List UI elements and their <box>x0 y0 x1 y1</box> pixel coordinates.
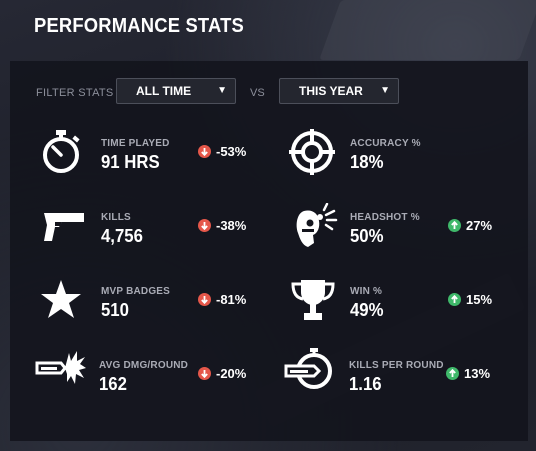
stat-label-time-played: TIME PLAYED <box>101 138 170 149</box>
change-time-played: -53% <box>198 144 246 159</box>
arrow-up-icon <box>446 367 459 380</box>
stat-value-time-played: 91 HRS <box>101 152 160 172</box>
change-win: 15% <box>448 292 492 307</box>
stat-value-accuracy: 18% <box>350 152 384 172</box>
stats-panel: FILTER STATS ALL TIME ▼ VS THIS YEAR ▼ T… <box>10 61 528 441</box>
change-value: 15% <box>466 292 493 307</box>
change-headshot: 27% <box>448 218 492 233</box>
stat-label-headshot: HEADSHOT % <box>350 212 420 223</box>
headshot-icon <box>296 203 338 247</box>
caret-down-icon: ▼ <box>380 85 390 96</box>
arrow-down-icon <box>198 145 211 158</box>
star-icon <box>41 280 81 318</box>
change-value: -81% <box>216 292 247 307</box>
time-range-select[interactable]: ALL TIME ▼ <box>116 78 236 104</box>
change-kills: -38% <box>198 218 246 233</box>
arrow-down-icon <box>198 293 211 306</box>
stat-value-kills: 4,756 <box>101 226 143 246</box>
caret-down-icon: ▼ <box>217 85 227 96</box>
change-value: -38% <box>216 218 247 233</box>
change-avg-dmg: -20% <box>198 366 246 381</box>
stat-value-mvp-badges: 510 <box>101 300 129 320</box>
bullet-impact-icon <box>35 351 86 384</box>
change-value: -53% <box>216 144 247 159</box>
stat-value-kills-per-round: 1.16 <box>349 374 382 394</box>
arrow-down-icon <box>198 219 211 232</box>
arrow-up-icon <box>448 219 461 232</box>
filter-label: FILTER STATS <box>36 87 114 99</box>
stat-label-kills-per-round: KILLS PER ROUND <box>349 360 444 371</box>
arrow-up-icon <box>448 293 461 306</box>
change-value: 13% <box>464 366 491 381</box>
background-decoration <box>319 0 536 60</box>
bullet-timer-icon <box>284 348 332 389</box>
stat-label-avg-dmg: AVG DMG/ROUND <box>99 360 189 371</box>
arrow-down-icon <box>198 367 211 380</box>
time-range-value: ALL TIME <box>136 84 192 98</box>
change-value: 27% <box>466 218 493 233</box>
stat-value-headshot: 50% <box>350 226 384 246</box>
stat-label-mvp-badges: MVP BADGES <box>101 286 171 297</box>
stat-label-kills: KILLS <box>101 212 131 223</box>
stat-label-win: WIN % <box>350 286 383 297</box>
stopwatch-icon <box>43 130 80 173</box>
change-mvp-badges: -81% <box>198 292 246 307</box>
stat-value-avg-dmg: 162 <box>99 374 127 394</box>
compare-range-value: THIS YEAR <box>299 84 363 98</box>
change-value: -20% <box>216 366 247 381</box>
stat-value-win: 49% <box>350 300 384 320</box>
stat-label-accuracy: ACCURACY % <box>350 138 421 149</box>
vs-label: VS <box>250 87 265 99</box>
compare-range-select[interactable]: THIS YEAR ▼ <box>279 78 399 104</box>
change-kills-per-round: 13% <box>446 366 490 381</box>
crosshair-icon <box>289 129 335 175</box>
trophy-icon <box>291 280 335 320</box>
pistol-icon <box>44 213 84 241</box>
page-title: PERFORMANCE STATS <box>34 15 244 37</box>
